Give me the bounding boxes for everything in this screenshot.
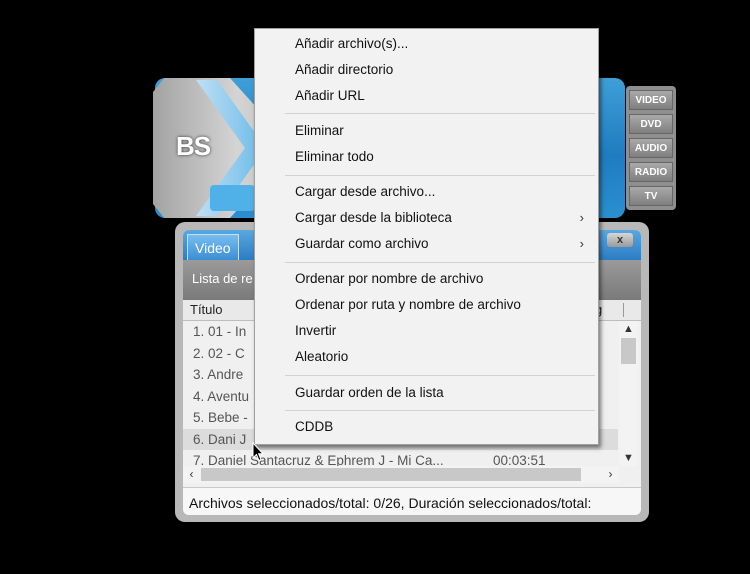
list-label[interactable]: Lista de re — [192, 271, 253, 286]
status-bar: Archivos seleccionados/total: 0/26, Dura… — [183, 487, 641, 515]
close-icon[interactable]: x — [607, 233, 633, 247]
menu-item-label: CDDB — [295, 419, 334, 434]
tv-mode-button[interactable]: TV — [629, 186, 673, 206]
menu-item-load-from-library[interactable]: Cargar desde la biblioteca › — [255, 206, 598, 230]
scroll-up-icon[interactable]: ▲ — [619, 321, 638, 337]
mouse-cursor-icon — [252, 442, 264, 462]
menu-separator — [285, 262, 595, 263]
submenu-arrow-icon: › — [579, 210, 584, 225]
menu-separator — [285, 113, 595, 114]
submenu-arrow-icon: › — [579, 236, 584, 251]
menu-item-label: Guardar como archivo — [295, 236, 429, 251]
video-mode-button[interactable]: VIDEO — [629, 90, 673, 110]
item-title: 2. 02 - C — [193, 345, 245, 361]
menu-item-shuffle[interactable]: Aleatorio — [255, 345, 598, 369]
menu-item-reverse[interactable]: Invertir — [255, 319, 598, 343]
column-divider[interactable] — [623, 303, 624, 317]
menu-item-sort-by-path[interactable]: Ordenar por ruta y nombre de archivo — [255, 293, 598, 317]
radio-mode-button[interactable]: RADIO — [629, 162, 673, 182]
vertical-scroll-thumb[interactable] — [621, 338, 636, 364]
scroll-right-icon[interactable]: › — [602, 466, 619, 483]
horizontal-scroll-thumb[interactable] — [201, 468, 581, 481]
item-title: 4. Aventu — [193, 388, 250, 404]
status-text: Archivos seleccionados/total: 0/26, Dura… — [189, 495, 592, 511]
bs-logo: BS — [176, 131, 211, 161]
menu-item-label: Ordenar por ruta y nombre de archivo — [295, 297, 521, 312]
mode-buttons: VIDEO DVD AUDIO RADIO TV — [626, 86, 676, 210]
context-menu: Añadir archivo(s)... Añadir directorio A… — [254, 28, 599, 445]
vertical-scrollbar[interactable]: ▲ ▼ — [619, 321, 638, 466]
menu-item-label: Invertir — [295, 323, 337, 338]
menu-item-label: Aleatorio — [295, 349, 349, 364]
scroll-down-icon[interactable]: ▼ — [619, 450, 638, 466]
audio-mode-button[interactable]: AUDIO — [629, 138, 673, 158]
horizontal-scrollbar[interactable]: ‹ › — [183, 466, 619, 483]
menu-item-sort-by-filename[interactable]: Ordenar por nombre de archivo — [255, 267, 598, 291]
menu-item-label: Guardar orden de la lista — [295, 385, 444, 400]
menu-item-add-directory[interactable]: Añadir directorio — [255, 58, 598, 82]
menu-item-save-list-order[interactable]: Guardar orden de la lista — [255, 381, 598, 405]
menu-item-cddb[interactable]: CDDB — [255, 415, 598, 439]
item-title: 5. Bebe - — [193, 410, 248, 425]
player-display — [210, 185, 255, 211]
item-title: 6. Dani J — [193, 431, 247, 447]
menu-item-add-url[interactable]: Añadir URL — [255, 84, 598, 108]
menu-item-label: Eliminar — [295, 123, 344, 138]
dvd-mode-button[interactable]: DVD — [629, 114, 673, 134]
menu-item-delete[interactable]: Eliminar — [255, 119, 598, 143]
item-title: 1. 01 - In — [193, 324, 247, 339]
menu-separator — [285, 375, 595, 376]
menu-item-add-files[interactable]: Añadir archivo(s)... — [255, 32, 598, 56]
scroll-left-icon[interactable]: ‹ — [183, 466, 200, 483]
menu-item-label: Ordenar por nombre de archivo — [295, 271, 484, 286]
menu-item-load-from-file[interactable]: Cargar desde archivo... — [255, 180, 598, 204]
tab-video[interactable]: Video — [187, 234, 239, 260]
menu-item-label: Cargar desde archivo... — [295, 184, 436, 199]
menu-item-delete-all[interactable]: Eliminar todo — [255, 145, 598, 169]
menu-separator — [285, 410, 595, 411]
column-title[interactable]: Título — [190, 302, 223, 317]
menu-item-save-as-file[interactable]: Guardar como archivo › — [255, 232, 598, 256]
menu-item-label: Eliminar todo — [295, 149, 374, 164]
menu-item-label: Añadir archivo(s)... — [295, 36, 409, 51]
menu-item-label: Añadir directorio — [295, 62, 394, 77]
menu-item-label: Añadir URL — [295, 88, 365, 103]
menu-separator — [285, 175, 595, 176]
item-title: 3. Andre — [193, 367, 244, 382]
menu-item-label: Cargar desde la biblioteca — [295, 210, 452, 225]
